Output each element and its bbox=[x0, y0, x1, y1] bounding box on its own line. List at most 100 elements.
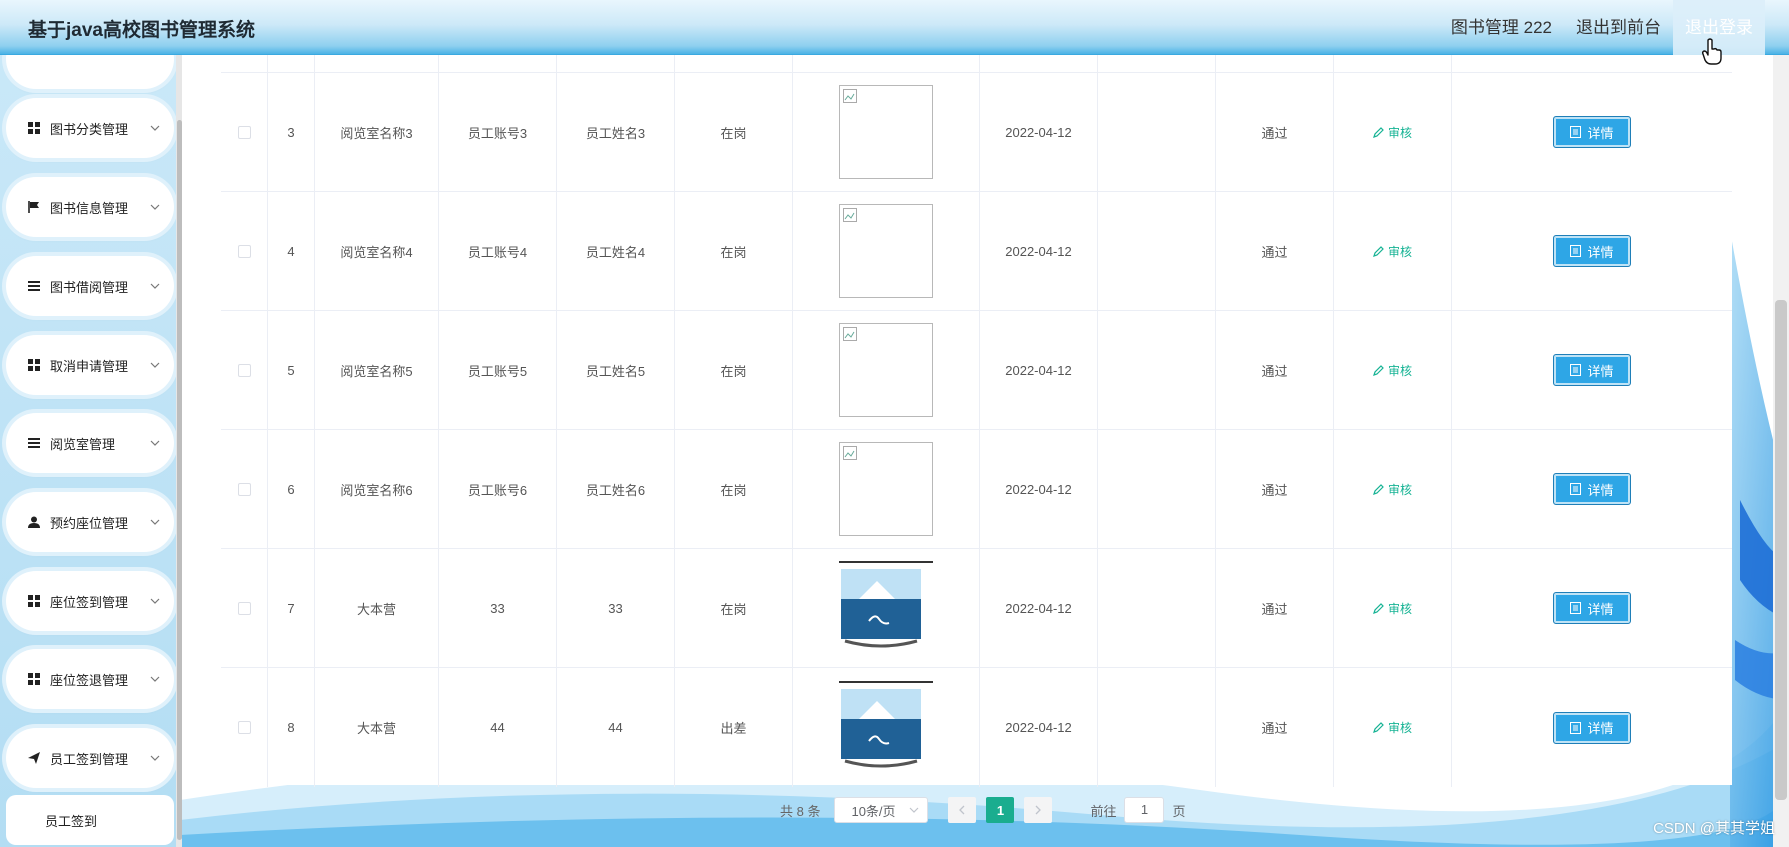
document-icon bbox=[1570, 364, 1582, 376]
cell-staff-name: 员工姓名4 bbox=[557, 192, 675, 310]
goto-label: 前往 bbox=[1090, 803, 1117, 819]
row-checkbox[interactable] bbox=[237, 244, 251, 258]
edit-icon bbox=[1373, 245, 1384, 257]
sidebar-item-staff-checkin[interactable]: 员工签到管理 bbox=[6, 728, 174, 788]
sidebar-scrollbar-thumb[interactable] bbox=[177, 120, 182, 840]
row-checkbox[interactable] bbox=[237, 482, 251, 496]
cell-date: 2022-04-12 bbox=[980, 311, 1098, 429]
grid-icon bbox=[28, 595, 40, 607]
detail-button[interactable]: 详情 bbox=[1553, 116, 1631, 148]
document-icon bbox=[1570, 245, 1582, 257]
audit-button[interactable]: 审核 bbox=[1373, 124, 1412, 141]
cell-index: 5 bbox=[268, 311, 315, 429]
sidebar-item-seat-checkout[interactable]: 座位签退管理 bbox=[6, 649, 174, 709]
cell-room-name: 阅览室名称5 bbox=[315, 311, 439, 429]
cell-index: 7 bbox=[268, 549, 315, 667]
sidebar-item-book-borrow[interactable]: 图书借阅管理 bbox=[6, 256, 174, 316]
chevron-down-icon bbox=[150, 283, 160, 289]
document-icon bbox=[1570, 602, 1582, 614]
cell-status: 在岗 bbox=[675, 549, 793, 667]
cell-review-result: 通过 bbox=[1216, 668, 1334, 787]
table-row: 8 大本营 44 44 出差 2022-04-12 通过 审核 详情 bbox=[221, 668, 1732, 787]
sidebar-item-label: 图书分类管理 bbox=[50, 121, 129, 137]
audit-label: 审核 bbox=[1387, 363, 1412, 378]
tv-landscape-image bbox=[839, 561, 933, 648]
row-checkbox[interactable] bbox=[237, 601, 251, 615]
grid-icon bbox=[28, 359, 40, 371]
list-icon bbox=[28, 438, 40, 448]
submenu-item-label: 员工签到 bbox=[44, 813, 97, 829]
data-table: 3 阅览室名称3 员工账号3 员工姓名3 在岗 2022-04-12 通过 审核… bbox=[221, 0, 1732, 787]
cell-staff-account: 员工账号4 bbox=[439, 192, 557, 310]
prev-page-button[interactable] bbox=[948, 797, 977, 823]
cell-date: 2022-04-12 bbox=[980, 430, 1098, 548]
cell-room-name: 大本营 bbox=[315, 668, 439, 787]
edit-icon bbox=[1373, 364, 1384, 376]
page-size-value: 10条/页 bbox=[851, 803, 896, 819]
flag-icon bbox=[28, 201, 39, 213]
cell-staff-name: 员工姓名3 bbox=[557, 73, 675, 191]
next-page-button[interactable] bbox=[1024, 797, 1053, 823]
cell-review-result: 通过 bbox=[1216, 311, 1334, 429]
edit-icon bbox=[1373, 722, 1384, 733]
page-number-button[interactable]: 1 bbox=[986, 797, 1015, 823]
page-size-select[interactable]: 10条/页 bbox=[834, 797, 929, 823]
row-checkbox[interactable] bbox=[237, 363, 251, 377]
sidebar-item-reading-room[interactable]: 阅览室管理 bbox=[6, 413, 174, 473]
audit-button[interactable]: 审核 bbox=[1373, 600, 1412, 617]
cell-staff-name: 员工姓名5 bbox=[557, 311, 675, 429]
detail-label: 详情 bbox=[1587, 482, 1614, 498]
cell-date: 2022-04-12 bbox=[980, 549, 1098, 667]
cell-review-result: 通过 bbox=[1216, 192, 1334, 310]
row-checkbox[interactable] bbox=[237, 125, 251, 139]
cell-status: 在岗 bbox=[675, 192, 793, 310]
tv-landscape-image bbox=[839, 680, 933, 767]
goto-page-input[interactable]: 1 bbox=[1124, 797, 1165, 823]
row-checkbox[interactable] bbox=[237, 721, 251, 734]
nav-back-to-frontend[interactable]: 退出到前台 bbox=[1564, 0, 1673, 55]
detail-label: 详情 bbox=[1587, 125, 1614, 141]
table-row: 3 阅览室名称3 员工账号3 员工姓名3 在岗 2022-04-12 通过 审核… bbox=[221, 73, 1732, 192]
cell-staff-account: 员工账号3 bbox=[439, 73, 557, 191]
sidebar-item-book-category[interactable]: 图书分类管理 bbox=[6, 98, 174, 158]
cell-staff-name: 44 bbox=[557, 668, 675, 787]
broken-image bbox=[839, 85, 933, 179]
cell-review-result: 通过 bbox=[1216, 73, 1334, 191]
cell-empty bbox=[1098, 73, 1216, 191]
audit-button[interactable]: 审核 bbox=[1373, 719, 1412, 736]
audit-button[interactable]: 审核 bbox=[1373, 362, 1412, 379]
sidebar-item-partial[interactable] bbox=[6, 55, 174, 89]
detail-button[interactable]: 详情 bbox=[1553, 592, 1631, 624]
sidebar-item-seat-checkin[interactable]: 座位签到管理 bbox=[6, 571, 174, 631]
broken-image bbox=[839, 204, 933, 298]
detail-button[interactable]: 详情 bbox=[1553, 354, 1631, 386]
sidebar-item-book-info[interactable]: 图书信息管理 bbox=[6, 177, 174, 237]
broken-image bbox=[839, 323, 933, 417]
table-row: 6 阅览室名称6 员工账号6 员工姓名6 在岗 2022-04-12 通过 审核… bbox=[221, 430, 1732, 549]
audit-button[interactable]: 审核 bbox=[1373, 481, 1412, 498]
sidebar-item-seat-reservation[interactable]: 预约座位管理 bbox=[6, 492, 174, 552]
detail-button[interactable]: 详情 bbox=[1553, 473, 1631, 505]
cell-room-name: 阅览室名称6 bbox=[315, 430, 439, 548]
sidebar-item-cancel-request[interactable]: 取消申请管理 bbox=[6, 335, 174, 395]
edit-icon bbox=[1373, 126, 1384, 138]
chevron-down-icon bbox=[150, 598, 160, 604]
cell-index: 6 bbox=[268, 430, 315, 548]
detail-button[interactable]: 详情 bbox=[1553, 235, 1631, 267]
chevron-down-icon bbox=[150, 755, 160, 761]
sidebar-item-label: 图书信息管理 bbox=[50, 200, 129, 216]
submenu-item-staff-checkin[interactable]: 员工签到 bbox=[6, 795, 174, 845]
cell-room-name: 阅览室名称3 bbox=[315, 73, 439, 191]
nav-user-menu[interactable]: 图书管理 222 bbox=[1439, 0, 1564, 55]
cell-staff-account: 员工账号5 bbox=[439, 311, 557, 429]
broken-image-icon bbox=[843, 208, 857, 222]
sidebar: 图书分类管理 图书信息管理 图书借阅管理 取消申请管理 阅览室管理 预约座位管理… bbox=[0, 55, 182, 847]
detail-button[interactable]: 详情 bbox=[1553, 711, 1631, 744]
sidebar-item-label: 座位签到管理 bbox=[50, 594, 129, 610]
audit-button[interactable]: 审核 bbox=[1373, 243, 1412, 260]
broken-image bbox=[839, 442, 933, 536]
total-count: 共 8 条 bbox=[780, 803, 821, 819]
detail-label: 详情 bbox=[1587, 601, 1614, 617]
watermark: CSDN @其其学姐 bbox=[1653, 820, 1775, 837]
cell-review-result: 通过 bbox=[1216, 430, 1334, 548]
